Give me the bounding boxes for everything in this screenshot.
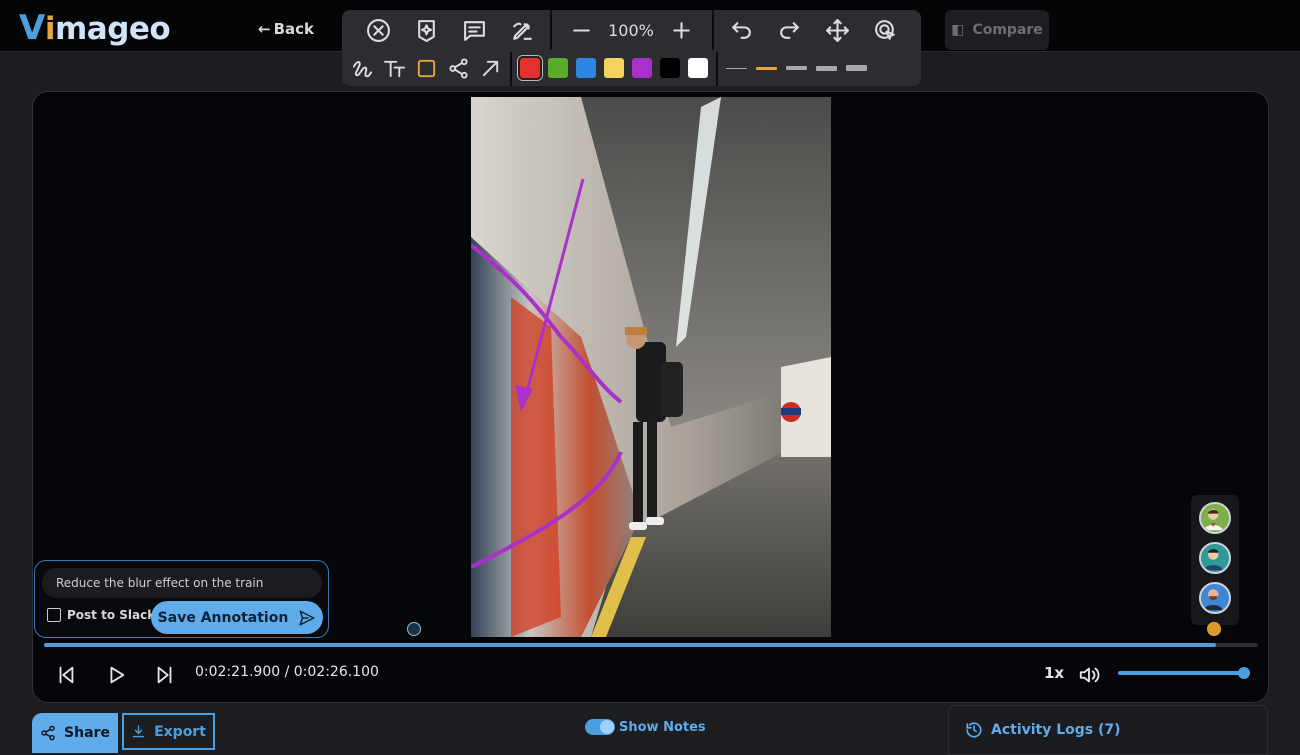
freehand-icon[interactable] xyxy=(346,52,378,84)
annotation-form: Reduce the blur effect on the train Post… xyxy=(34,560,329,638)
color-swatch[interactable] xyxy=(604,58,624,78)
cancel-icon[interactable] xyxy=(354,10,402,50)
reviewer-avatar[interactable] xyxy=(1199,502,1231,534)
reviewer-avatar[interactable] xyxy=(1199,582,1231,614)
stroke-width-option[interactable] xyxy=(846,65,867,71)
save-annotation-button[interactable]: Save Annotation xyxy=(151,601,323,634)
timeline-scrubber[interactable] xyxy=(44,643,1258,647)
reviewer-avatars xyxy=(1191,495,1239,625)
color-swatch[interactable] xyxy=(688,58,708,78)
history-icon xyxy=(966,722,982,738)
timeline-comment-marker[interactable] xyxy=(407,622,421,636)
post-to-slack-checkbox[interactable]: Post to Slack xyxy=(47,608,155,622)
redo-icon[interactable] xyxy=(765,10,813,50)
ai-sparkle-icon[interactable] xyxy=(402,10,450,50)
compare-button[interactable]: ◧ Compare xyxy=(945,10,1049,50)
text-icon[interactable] xyxy=(378,52,410,84)
skip-forward-icon[interactable] xyxy=(153,663,177,687)
video-still-image xyxy=(471,97,831,637)
arrow-left-icon: ← xyxy=(258,20,271,38)
activity-logs-button[interactable]: Activity Logs (7) xyxy=(948,705,1268,755)
zoom-level: 100% xyxy=(608,20,654,40)
undo-icon[interactable] xyxy=(717,10,765,50)
volume-slider[interactable] xyxy=(1118,667,1250,679)
arrow-icon[interactable] xyxy=(474,52,506,84)
toggle-switch[interactable] xyxy=(585,719,615,735)
playback-speed-button[interactable]: 1x xyxy=(1044,664,1064,682)
top-bar: Vimageo ← Back 100% ◧ Compare xyxy=(0,0,1300,86)
download-icon xyxy=(132,725,145,738)
timeline-progress xyxy=(44,643,1216,647)
annotation-text-input[interactable]: Reduce the blur effect on the train xyxy=(42,568,322,598)
video-frame[interactable] xyxy=(471,97,831,637)
color-swatch[interactable] xyxy=(632,58,652,78)
app-logo[interactable]: Vimageo xyxy=(19,8,171,48)
stroke-width-option[interactable] xyxy=(786,66,807,70)
checkbox-icon[interactable] xyxy=(47,608,61,622)
connector-icon[interactable] xyxy=(442,52,474,84)
stroke-width-picker xyxy=(726,58,876,78)
zoom-out-icon[interactable] xyxy=(558,10,604,50)
color-swatch[interactable] xyxy=(518,56,542,80)
stroke-width-option[interactable] xyxy=(816,65,837,71)
color-swatch[interactable] xyxy=(548,58,568,78)
rectangle-icon[interactable] xyxy=(410,52,442,84)
pen-edit-icon[interactable] xyxy=(498,10,546,50)
time-display: 0:02:21.900 / 0:02:26.100 xyxy=(195,664,379,680)
volume-icon[interactable] xyxy=(1077,663,1101,687)
color-palette xyxy=(518,56,716,80)
annotation-toolbar: 100% xyxy=(342,10,921,86)
color-swatch[interactable] xyxy=(660,58,680,78)
export-button[interactable]: Export xyxy=(122,713,215,750)
select-pointer-icon[interactable] xyxy=(861,10,909,50)
share-button[interactable]: Share xyxy=(32,713,118,753)
comment-icon[interactable] xyxy=(450,10,498,50)
reviewer-avatar[interactable] xyxy=(1199,542,1231,574)
zoom-in-icon[interactable] xyxy=(658,10,704,50)
show-notes-toggle[interactable]: Show Notes xyxy=(585,719,706,735)
send-icon xyxy=(299,610,315,625)
stroke-width-option[interactable] xyxy=(756,66,777,70)
video-player: Reduce the blur effect on the train Post… xyxy=(32,91,1269,703)
move-icon[interactable] xyxy=(813,10,861,50)
volume-slider-handle[interactable] xyxy=(1238,667,1250,679)
stroke-width-option[interactable] xyxy=(726,67,747,69)
timeline-comment-marker[interactable] xyxy=(1207,622,1221,636)
compare-icon: ◧ xyxy=(951,22,965,38)
share-icon xyxy=(41,725,55,741)
color-swatch[interactable] xyxy=(576,58,596,78)
skip-back-icon[interactable] xyxy=(54,663,78,687)
play-icon[interactable] xyxy=(104,663,128,687)
back-button[interactable]: ← Back xyxy=(258,20,314,38)
